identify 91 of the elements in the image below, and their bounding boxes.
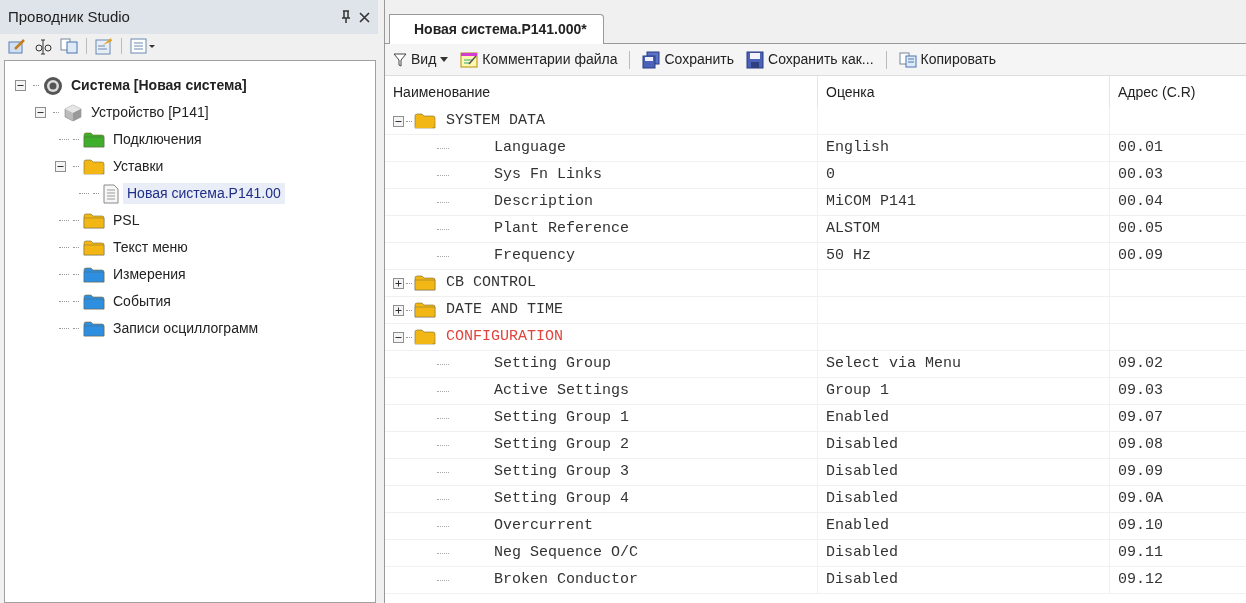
column-header[interactable]: Адрес (C.R) [1109,76,1246,108]
setting-address: 00.03 [1118,164,1163,185]
edit-note-icon [460,50,479,69]
setting-value: English [826,137,889,158]
setting-value: MiCOM P141 [826,191,916,212]
setting-name: Setting Group 1 [494,407,630,428]
setting-address: 00.01 [1118,137,1163,158]
tree-item[interactable]: Измерения [109,264,190,285]
toolbar-button[interactable]: Сохранить как... [742,47,878,72]
expand-icon[interactable] [393,277,404,289]
document-icon [103,183,119,204]
setting-address: 09.08 [1118,434,1163,455]
setting-name: Setting Group 4 [494,488,630,509]
setting-value: Disabled [826,542,898,563]
caret-icon [440,57,449,62]
folder-icon [414,301,436,319]
setting-value: Enabled [826,515,889,536]
open-folder-icon [414,112,436,130]
column-header[interactable]: Оценка [817,76,1109,108]
setting-value: Disabled [826,461,898,482]
setting-address: 09.11 [1118,542,1163,563]
edit-icon[interactable] [8,38,26,54]
expand-icon[interactable] [393,304,404,316]
folder-icon [414,274,436,292]
setting-address: 09.09 [1118,461,1163,482]
collapse-icon[interactable] [393,331,404,343]
cube-icon [63,102,83,123]
setting-name: Language [494,137,566,158]
tree-item[interactable]: Устройство [P141] [87,102,213,123]
toolbar-button[interactable]: Вид [389,47,453,72]
rename-icon[interactable] [34,37,52,55]
setting-address: 09.0A [1118,488,1163,509]
setting-name: Frequency [494,245,575,266]
setting-name: Plant Reference [494,218,630,239]
list-view-icon[interactable] [130,38,156,54]
collapse-icon[interactable] [15,80,26,91]
tree-item[interactable]: Уставки [109,156,168,177]
setting-value: Group 1 [826,380,889,401]
tree-item[interactable]: Записи осциллограмм [109,318,263,339]
tree-item[interactable]: Система [Новая система] [67,75,251,96]
setting-value: 50 Hz [826,245,871,266]
tree-item[interactable]: Новая система.P141.00 [123,183,285,204]
group-name[interactable]: CB CONTROL [446,271,536,295]
setting-value: 0 [826,164,835,185]
setting-name: Setting Group [494,353,612,374]
toolbar-button[interactable]: Копировать [894,47,1000,72]
collapse-icon[interactable] [35,107,46,118]
tree-item[interactable]: PSL [109,210,144,231]
tree-item[interactable]: Текст меню [109,237,192,258]
setting-address: 09.07 [1118,407,1163,428]
setting-name: Sys Fn Links [494,164,603,185]
panel-title: Проводник Studio [8,6,130,27]
setting-value: Disabled [826,434,898,455]
floppy-stack-icon [642,50,661,69]
collapse-icon[interactable] [393,115,404,127]
toolbar-button[interactable]: Сохранить [638,47,739,72]
copy-icon [898,51,917,68]
column-header[interactable]: Наименование [385,76,817,108]
document-tab[interactable]: Новая система.P141.000* [389,14,604,44]
setting-address: 09.03 [1118,380,1163,401]
filter-icon [393,52,407,67]
setting-value: Disabled [826,569,898,590]
setting-name: Active Settings [494,380,630,401]
group-name[interactable]: CONFIGURATION [446,325,564,349]
collapse-icon[interactable] [55,161,66,172]
setting-name: Description [494,191,594,212]
setting-address: 00.09 [1118,245,1163,266]
group-name[interactable]: SYSTEM DATA [446,109,546,133]
group-name[interactable]: DATE AND TIME [446,298,564,322]
setting-value: Disabled [826,488,898,509]
setting-name: Broken Conductor [494,569,639,590]
setting-address: 00.05 [1118,218,1163,239]
setting-address: 09.02 [1118,353,1163,374]
copy-icon[interactable] [60,38,78,54]
setting-address: 09.12 [1118,569,1163,590]
close-icon[interactable] [359,11,370,23]
setting-value: Select via Menu [826,353,962,374]
setting-name: Overcurrent [494,515,594,536]
setting-address: 00.04 [1118,191,1163,212]
setting-address: 09.10 [1118,515,1163,536]
open-folder-icon [414,328,436,346]
setting-value: Enabled [826,407,889,428]
toolbar-button[interactable]: Комментарии файла [456,47,622,72]
pin-icon[interactable] [341,10,351,24]
tree-item[interactable]: Подключения [109,129,206,150]
target-icon [43,75,63,96]
setting-name: Neg Sequence O/C [494,542,639,563]
tree-item[interactable]: События [109,291,175,312]
setting-name: Setting Group 3 [494,461,630,482]
setting-value: ALSTOM [826,218,880,239]
setting-name: Setting Group 2 [494,434,630,455]
